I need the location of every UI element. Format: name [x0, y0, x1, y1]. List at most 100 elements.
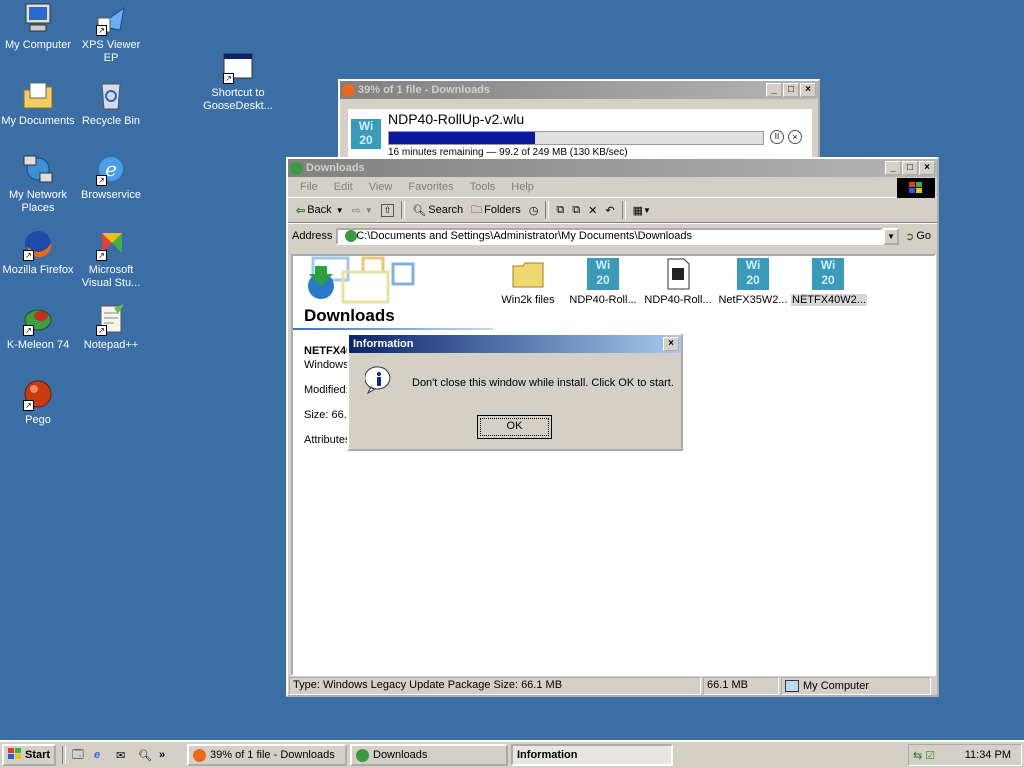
file-item[interactable]: Win2k files: [491, 258, 565, 306]
forward-button[interactable]: ⇨ ▼: [348, 200, 377, 220]
views-button[interactable]: ▦ ▼: [629, 200, 655, 220]
search-icon[interactable]: 🔍︎: [138, 749, 154, 762]
shortcut-arrow-icon: ↗: [96, 325, 107, 336]
system-tray: ⇆ ☑ 11:34 PM: [908, 744, 1022, 766]
xps-viewer-icon: ↗: [94, 2, 128, 36]
folder-view[interactable]: Downloads NETFX40 Windows Modified: Size…: [291, 254, 936, 676]
desktop-icon-label: Mozilla Firefox: [2, 264, 74, 276]
file-item[interactable]: NDP40-Roll...: [641, 258, 715, 306]
desktop-icon-my-computer[interactable]: My Computer: [0, 2, 76, 52]
menu-tools[interactable]: Tools: [462, 181, 504, 193]
menu-file[interactable]: File: [292, 181, 326, 193]
documents-folder-icon: [21, 78, 55, 112]
ok-button[interactable]: OK: [477, 415, 552, 439]
maximize-button[interactable]: □: [783, 83, 799, 97]
move-to-icon: ⧉: [556, 203, 565, 216]
desktop-icon-label: Recycle Bin: [81, 115, 141, 127]
desktop-icon-pego[interactable]: ↗ Pego: [0, 377, 76, 427]
explorer-titlebar[interactable]: Downloads _ □ ×: [288, 159, 937, 177]
toolbar-separator: [545, 201, 550, 219]
show-desktop-icon[interactable]: 🗔: [72, 746, 88, 765]
close-button[interactable]: ×: [800, 83, 816, 97]
desktop-icon-visual-studio[interactable]: ↗ Microsoft Visual Stu...: [73, 227, 149, 290]
dialog-title: Information: [353, 338, 414, 350]
minimize-button[interactable]: _: [766, 83, 782, 97]
internet-explorer-icon[interactable]: e: [94, 749, 110, 761]
menu-view[interactable]: View: [361, 181, 401, 193]
cancel-download-button[interactable]: ×: [788, 130, 802, 144]
desktop-icon-xps-viewer[interactable]: ↗ XPS Viewer EP: [73, 2, 149, 65]
shortcut-arrow-icon: ↗: [96, 25, 107, 36]
address-label: Address: [292, 230, 333, 242]
dialog-titlebar[interactable]: Information ×: [349, 335, 681, 353]
go-button[interactable]: ➲ Go: [899, 230, 937, 243]
back-button[interactable]: ⇦ Back ▼: [292, 200, 348, 220]
firefox-icon: ↗: [21, 227, 55, 261]
undo-button[interactable]: ↶: [601, 200, 618, 220]
search-button[interactable]: 🔍︎ Search: [408, 200, 467, 220]
status-zone: My Computer: [781, 677, 931, 695]
address-dropdown-button[interactable]: ▼: [883, 227, 900, 245]
win2k-package-icon: Wi 20: [587, 258, 619, 290]
download-item[interactable]: Wi 20 NDP40-RollUp-v2.wlu II × 16 minutes…: [348, 109, 812, 159]
windows-logo-icon: [8, 747, 22, 763]
outlook-express-icon[interactable]: ✉: [116, 749, 132, 762]
clock[interactable]: 11:34 PM: [965, 749, 1011, 761]
address-input[interactable]: [336, 227, 884, 245]
taskbar: Start 🗔 e ✉ 🔍︎ » 39% of 1 file - Downloa…: [0, 740, 1024, 768]
chevron-down-icon: ▼: [364, 205, 373, 215]
information-dialog[interactable]: Information × Don't close this window wh…: [347, 333, 683, 451]
computer-icon: [21, 2, 55, 36]
desktop-icon-label: Pego: [25, 414, 51, 426]
shortcut-arrow-icon: ↗: [96, 250, 107, 261]
minimize-button[interactable]: _: [885, 161, 901, 175]
up-folder-icon: ⇧: [380, 203, 395, 217]
desktop-icon-mozilla-firefox[interactable]: ↗ Mozilla Firefox: [0, 227, 76, 277]
win2k-package-icon: Wi 20: [812, 258, 844, 290]
desktop-icon-browservice[interactable]: e ↗ Browservice: [73, 152, 149, 202]
move-to-button[interactable]: ⧉: [552, 200, 568, 220]
desktop-icon-my-network-places[interactable]: My Network Places: [0, 152, 76, 215]
desktop-icon-my-documents[interactable]: My Documents: [0, 78, 76, 128]
task-explorer-downloads[interactable]: Downloads: [350, 744, 508, 766]
details-type: Windows: [304, 359, 349, 371]
file-item[interactable]: Wi 20 NetFX35W2...: [716, 258, 790, 306]
file-item[interactable]: Wi 20 NDP40-Roll...: [566, 258, 640, 306]
close-button[interactable]: ×: [919, 161, 935, 175]
menu-edit[interactable]: Edit: [326, 181, 361, 193]
maximize-button[interactable]: □: [902, 161, 918, 175]
desktop-icon-recycle-bin[interactable]: Recycle Bin: [73, 78, 149, 128]
menu-help[interactable]: Help: [503, 181, 542, 193]
taskbar-separator: [62, 746, 66, 764]
desktop-icon-k-meleon[interactable]: ↗ K-Meleon 74: [0, 302, 76, 352]
chevron-right-icon[interactable]: »: [159, 749, 165, 761]
details-name: NETFX40: [304, 345, 353, 357]
download-window-titlebar[interactable]: 39% of 1 file - Downloads _ □ ×: [340, 81, 818, 99]
up-folder-button[interactable]: ⇧: [377, 200, 399, 220]
shortcut-arrow-icon: ↗: [223, 73, 234, 84]
start-button[interactable]: Start: [2, 744, 56, 766]
desktop-icon-notepad-plus-plus[interactable]: ↗ Notepad++: [73, 302, 149, 352]
copy-to-icon: ⧉: [572, 203, 581, 216]
tray-app-icon[interactable]: ☑: [925, 749, 935, 762]
history-button[interactable]: ◷: [525, 200, 543, 220]
close-button[interactable]: ×: [663, 337, 679, 351]
panel-title: Downloads: [304, 306, 395, 325]
task-information-dialog[interactable]: Information: [511, 744, 673, 766]
folders-button[interactable]: 🗀 Folders: [467, 200, 525, 220]
network-tray-icon[interactable]: ⇆: [913, 749, 922, 762]
explorer-title: Downloads: [306, 162, 365, 174]
views-icon: ▦: [632, 204, 643, 217]
desktop-icon-label: Notepad++: [83, 339, 139, 351]
download-progress-window[interactable]: 39% of 1 file - Downloads _ □ × Wi 20 NDP…: [338, 79, 820, 163]
download-filename: NDP40-RollUp-v2.wlu: [388, 111, 525, 127]
desktop-icon-goose-desktop[interactable]: ↗ Shortcut to GooseDeskt...: [200, 50, 276, 113]
copy-to-button[interactable]: ⧉: [568, 200, 584, 220]
menu-favorites[interactable]: Favorites: [400, 181, 461, 193]
pause-button[interactable]: II: [770, 130, 784, 144]
task-download-window[interactable]: 39% of 1 file - Downloads: [187, 744, 347, 766]
delete-button[interactable]: ✕: [584, 200, 601, 220]
file-item-selected[interactable]: Wi 20 NETFX40W2...: [791, 258, 867, 306]
undo-icon: ↶: [605, 204, 615, 217]
desktop-icon-label: XPS Viewer EP: [81, 39, 141, 64]
